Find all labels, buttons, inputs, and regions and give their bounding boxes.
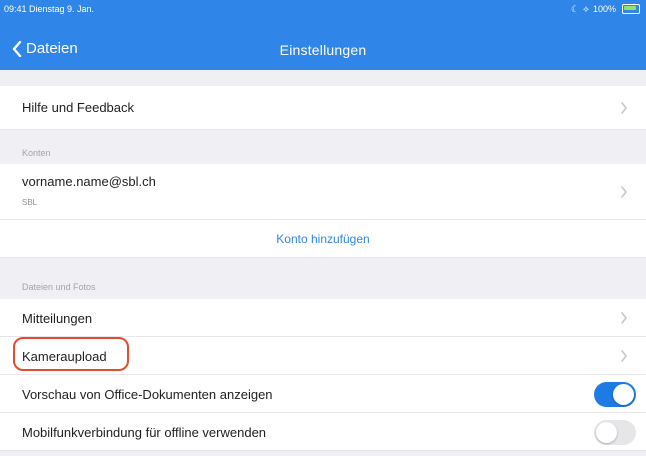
highlight-annotation — [13, 337, 129, 371]
row-cellular-offline: Mobilfunkverbindung für offline verwende… — [0, 413, 646, 451]
battery-percent: 100% — [592, 4, 616, 14]
status-time-date: 09:41 Dienstag 9. Jan. — [4, 4, 95, 14]
chevron-right-icon — [621, 350, 627, 362]
toggle-knob — [613, 384, 634, 405]
add-account-link: Konto hinzufügen — [276, 232, 370, 246]
settings-list: Hilfe und Feedback Konten vorname.name@s… — [0, 70, 646, 456]
row-help-feedback[interactable]: Hilfe und Feedback — [0, 86, 646, 130]
top-bar: 09:41 Dienstag 9. Jan. ☾ ⟡ 100% Dateien … — [0, 0, 646, 70]
account-email: vorname.name@sbl.ch — [22, 174, 156, 189]
toggle-knob — [596, 422, 617, 443]
notifications-label: Mitteilungen — [22, 311, 93, 326]
help-feedback-label: Hilfe und Feedback — [22, 100, 135, 115]
status-right: ☾ ⟡ 100% — [571, 0, 640, 18]
row-office-preview: Vorschau von Office-Dokumenten anzeigen — [0, 375, 646, 413]
row-account[interactable]: vorname.name@sbl.ch SBL — [0, 164, 646, 220]
navigation-bar: Dateien Einstellungen — [0, 34, 646, 68]
section-header-files-photos: Dateien und Fotos — [22, 282, 96, 292]
row-add-account[interactable]: Konto hinzufügen — [0, 220, 646, 258]
status-bar: 09:41 Dienstag 9. Jan. ☾ ⟡ 100% — [0, 0, 646, 18]
wifi-icon: ⟡ — [583, 4, 589, 14]
chevron-right-icon — [621, 186, 627, 198]
chevron-right-icon — [621, 102, 627, 114]
section-header-accounts: Konten — [22, 148, 51, 158]
cellular-offline-toggle[interactable] — [594, 420, 636, 445]
cellular-offline-label: Mobilfunkverbindung für offline verwende… — [22, 425, 267, 440]
row-notifications[interactable]: Mitteilungen — [0, 299, 646, 337]
do-not-disturb-icon: ☾ — [570, 4, 580, 14]
page-title: Einstellungen — [279, 42, 367, 58]
chevron-right-icon — [621, 312, 627, 324]
account-organization: SBL — [22, 198, 38, 207]
office-preview-label: Vorschau von Office-Dokumenten anzeigen — [22, 387, 273, 402]
office-preview-toggle[interactable] — [594, 382, 636, 407]
battery-icon — [622, 4, 640, 14]
